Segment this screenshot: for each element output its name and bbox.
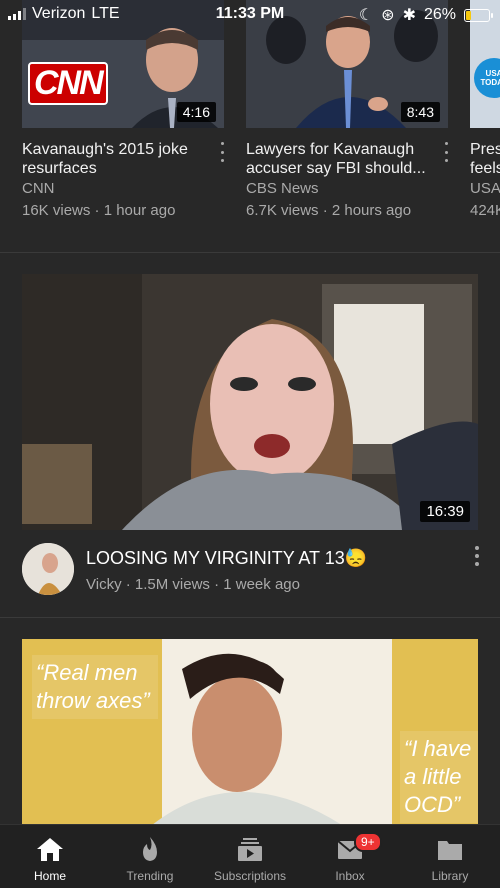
tab-label: Inbox	[335, 869, 365, 883]
video-duration: 16:39	[420, 501, 470, 522]
video-meta: 424K	[470, 202, 500, 219]
battery-icon	[464, 8, 493, 22]
quote-left: “Real men throw axes”	[32, 655, 158, 719]
battery-percent: 26%	[423, 6, 456, 23]
divider	[0, 252, 500, 253]
video-thumbnail[interactable]: 16:39	[22, 274, 478, 530]
home-icon	[37, 838, 63, 861]
more-options-icon[interactable]	[472, 546, 482, 566]
video-duration: 4:16	[176, 102, 216, 122]
tab-subscriptions[interactable]: Subscriptions	[200, 825, 300, 888]
tab-label: Home	[33, 869, 66, 883]
channel-name[interactable]: USA	[470, 180, 500, 197]
video-meta: 16K views · 1 hour ago	[22, 202, 176, 219]
trending-icon	[143, 837, 157, 861]
video-title[interactable]: Lawyers for Kavanaugh accuser say FBI sh…	[246, 140, 432, 178]
channel-name[interactable]: CNN	[22, 180, 55, 197]
bluetooth-icon: ✱	[402, 7, 416, 24]
usa-today-logo: USA TODAY	[474, 58, 500, 98]
video-duration: 8:43	[400, 102, 440, 122]
video-title[interactable]: LOOSING MY VIRGINITY AT 13😓	[86, 548, 367, 569]
tab-home[interactable]: Home	[0, 825, 100, 888]
more-options-icon[interactable]	[214, 142, 230, 162]
video-meta: Vicky · 1.5M views · 1 week ago	[86, 576, 300, 593]
video-title[interactable]: Pres feels	[470, 140, 500, 178]
video-title[interactable]: Kavanaugh's 2015 joke resurfaces	[22, 140, 208, 178]
library-icon	[438, 841, 462, 860]
video-thumbnail[interactable]: “Real men throw axes” “I have a little O…	[22, 639, 478, 825]
video-shelf: CNN 4:16 Kavanaugh's 2015 joke resurface…	[0, 0, 500, 252]
divider	[0, 617, 500, 618]
channel-avatar[interactable]	[22, 543, 74, 595]
tab-label: Trending	[126, 869, 174, 883]
quote-right: “I have a little OCD”	[400, 731, 478, 823]
inbox-badge: 9+	[354, 832, 382, 852]
rotation-lock-icon: ⊛	[381, 7, 395, 24]
tab-label: Subscriptions	[213, 869, 287, 883]
video-meta: 6.7K views · 2 hours ago	[246, 202, 412, 219]
subscriptions-icon	[238, 838, 262, 861]
more-options-icon[interactable]	[438, 142, 454, 162]
tab-label: Library	[431, 869, 469, 883]
channel-name[interactable]: CBS News	[246, 180, 319, 197]
tab-inbox[interactable]: 9+ Inbox	[300, 825, 400, 888]
status-bar: Verizon LTE 11:33 PM ☾ ⊛ ✱ 26%	[0, 0, 500, 28]
bottom-nav: Home Trending Subscriptions 9+ Inbox Lib…	[0, 824, 500, 888]
tab-trending[interactable]: Trending	[100, 825, 200, 888]
moon-icon: ☾	[358, 7, 374, 24]
tab-library[interactable]: Library	[400, 825, 500, 888]
cnn-logo: CNN	[28, 62, 108, 105]
